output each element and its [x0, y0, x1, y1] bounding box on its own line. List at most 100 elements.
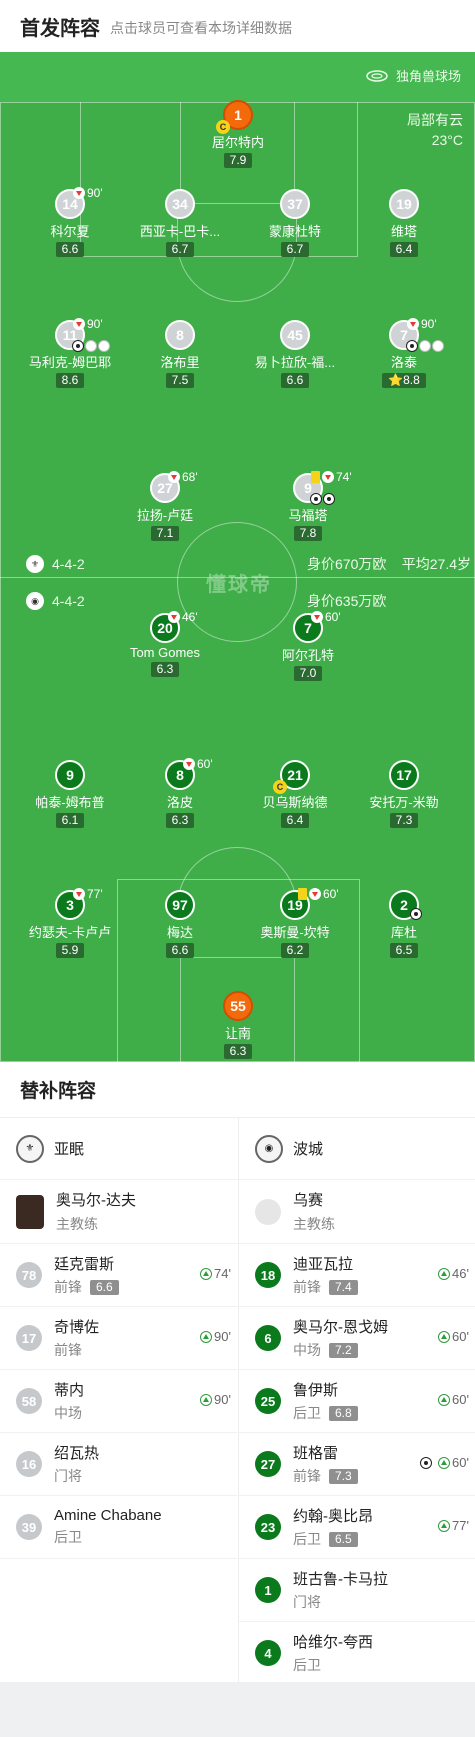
sub-out-minute: 60' [325, 610, 341, 624]
sub-in-minute: 60' [452, 1392, 469, 1407]
sub-out-icon [183, 758, 195, 770]
home-player[interactable]: 37 蒙康杜特 6.7 [235, 189, 355, 258]
home-player[interactable]: 45 易卜拉欣-福... 6.6 [235, 320, 355, 389]
star-icon: ⭐ [388, 373, 404, 387]
player-name: 奥斯曼-坎特 [260, 925, 330, 940]
player-name: 洛布里 [160, 355, 200, 370]
page-subtitle: 点击球员可查看本场详细数据 [110, 19, 292, 36]
home-player[interactable]: 8 洛布里 7.5 [120, 320, 240, 389]
sub-out-event: 90' [407, 317, 437, 331]
home-player[interactable]: 19 维塔 6.4 [344, 189, 464, 258]
sub-player-row[interactable]: 58 蒂内 中场 90' [0, 1370, 237, 1433]
home-coach[interactable]: 奥马尔-达夫 主教练 [0, 1180, 237, 1244]
player-rating: 6.3 [150, 662, 180, 677]
home-player[interactable]: 27 68' 拉扬-卢廷 7.1 [105, 470, 225, 542]
away-team-header[interactable]: ◉ 波城 [239, 1118, 475, 1180]
sub-in-minute: 90' [214, 1392, 231, 1407]
player-rating: 7.9 [223, 153, 253, 168]
captain-badge: C [216, 120, 230, 134]
player-name: 安托万-米勒 [369, 795, 439, 810]
home-formation: 4-4-2 [52, 556, 85, 572]
sub-number: 18 [255, 1262, 281, 1288]
player-number: 34 [165, 189, 195, 219]
away-player[interactable]: 17 安托万-米勒 7.3 [344, 760, 464, 829]
away-player[interactable]: 7 60' 阿尔孔特 7.0 [248, 610, 368, 682]
sub-player-row[interactable]: 23 约翰-奥比昂 后卫 6.5 77' [239, 1496, 475, 1559]
sub-out-event: 60' [311, 610, 341, 624]
coach-avatar [16, 1194, 44, 1229]
pitch: 独角兽球场 局部有云 23°C 懂球帝 1 C 居尔特内 7.9 14 90' … [0, 52, 475, 1062]
goal-icon [406, 340, 418, 352]
home-player[interactable]: 11 90' 马利克-姆巴耶 8.6 [10, 317, 130, 389]
away-player[interactable]: 55 让南 6.3 [178, 991, 298, 1060]
sub-position: 前锋 [293, 1468, 321, 1484]
player-rating: 8.6 [55, 373, 85, 388]
goal-icon [323, 493, 335, 505]
away-player[interactable]: 9 帕泰-姆布普 6.1 [10, 760, 130, 829]
sub-name: 蒂内 [54, 1382, 85, 1399]
sub-in-minute: 74' [214, 1266, 231, 1281]
away-player[interactable]: 97 梅达 6.6 [120, 890, 240, 959]
sub-player-row[interactable]: 17 奇博佐 前锋 90' [0, 1307, 237, 1370]
coach-role: 主教练 [293, 1216, 335, 1232]
player-name: 梅达 [166, 925, 193, 940]
away-player[interactable]: 3 77' 约瑟夫-卡卢卢 5.9 [10, 887, 130, 959]
away-player[interactable]: 19 60' 奥斯曼-坎特 6.2 [235, 887, 355, 959]
sub-player-row[interactable]: 1 班古鲁-卡马拉 门将 [239, 1559, 475, 1622]
home-player[interactable]: 34 西亚卡-巴卡... 6.7 [120, 189, 240, 258]
player-rating: 7.5 [165, 373, 195, 388]
away-player[interactable]: 20 46' Tom Gomes 6.3 [105, 610, 225, 678]
away-player[interactable]: 21 C 贝乌斯纳德 6.4 [235, 760, 355, 829]
sub-number: 17 [16, 1325, 42, 1351]
away-player[interactable]: 2 库杜 6.5 [344, 890, 464, 959]
sub-rating: 7.3 [329, 1468, 358, 1484]
sub-player-row[interactable]: 18 迪亚瓦拉 前锋 7.4 46' [239, 1244, 475, 1307]
stadium: 独角兽球场 [366, 66, 461, 85]
player-number: 37 [280, 189, 310, 219]
away-player[interactable]: 8 60' 洛皮 6.3 [120, 757, 240, 829]
sub-player-row[interactable]: 78 廷克雷斯 前锋 6.6 74' [0, 1244, 237, 1307]
player-rating: 6.1 [55, 813, 85, 828]
sub-number: 78 [16, 1262, 42, 1288]
sub-name: 迪亚瓦拉 [293, 1256, 354, 1273]
player-rating: 6.7 [280, 242, 310, 257]
yellow-card-icon [298, 888, 307, 900]
home-player[interactable]: 1 C 居尔特内 7.9 [178, 100, 298, 169]
player-number: 17 [389, 760, 419, 790]
sub-player-row[interactable]: 4 哈维尔-夸西 后卫 [239, 1622, 475, 1685]
player-name: 易卜拉欣-福... [254, 355, 336, 370]
sub-out-minute: 90' [421, 317, 437, 331]
sub-player-row[interactable]: 27 班格雷 前锋 7.3 60' [239, 1433, 475, 1496]
away-market-value: 身价635万欧 [307, 593, 387, 609]
player-rating: ⭐8.8 [382, 373, 426, 388]
sub-in-minute: 77' [452, 1518, 469, 1533]
player-name: 洛泰 [390, 355, 417, 370]
home-player[interactable]: 7 90' 洛泰 ⭐8.8 [344, 317, 464, 389]
sub-player-row[interactable]: 16 绍瓦热 门将 [0, 1433, 237, 1496]
away-coach[interactable]: 乌赛 主教练 [239, 1180, 475, 1244]
player-name: 科尔夏 [50, 224, 90, 239]
sub-out-minute: 60' [323, 887, 339, 901]
sub-name: 约翰-奥比昂 [293, 1508, 373, 1525]
sub-out-icon [73, 187, 85, 199]
bench-title: 替补阵容 [0, 1062, 475, 1118]
away-formation-row: ◉ 4-4-2 身价635万欧 [0, 588, 475, 614]
goal-icon [410, 908, 422, 920]
sub-player-row[interactable]: 39 Amine Chabane 后卫 [0, 1496, 237, 1559]
goal-icon [310, 493, 322, 505]
home-team-header[interactable]: ⚜ 亚眠 [0, 1118, 237, 1180]
player-rating: 6.3 [223, 1044, 253, 1059]
player-rating: 6.2 [280, 943, 310, 958]
home-team-name: 亚眠 [54, 1141, 85, 1158]
home-player[interactable]: 9 74' 马福塔 7.8 [248, 470, 368, 542]
home-player[interactable]: 14 90' 科尔夏 6.6 [10, 186, 130, 258]
sub-player-row[interactable]: 25 鲁伊斯 后卫 6.8 60' [239, 1370, 475, 1433]
sub-player-row[interactable]: 6 奥马尔-恩戈姆 中场 7.2 60' [239, 1307, 475, 1370]
player-name: 让南 [224, 1026, 251, 1041]
sub-in-minute: 46' [452, 1266, 469, 1281]
yellow-card-icon [311, 471, 320, 483]
sub-number: 58 [16, 1388, 42, 1414]
sub-in-event: 90' [200, 1329, 231, 1344]
sub-rating: 6.6 [90, 1279, 119, 1295]
sub-in-icon [438, 1456, 451, 1469]
